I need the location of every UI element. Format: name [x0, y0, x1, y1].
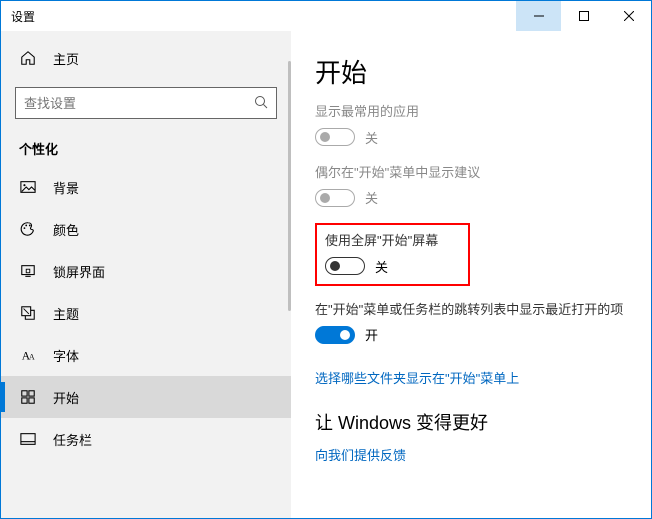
- home-icon: [19, 49, 37, 67]
- search-icon: [254, 95, 268, 112]
- toggle-state: 关: [375, 257, 388, 276]
- toggle-jumplist[interactable]: [315, 326, 355, 344]
- setting-label: 在"开始"菜单或任务栏的跳转列表中显示最近打开的项: [315, 300, 627, 320]
- sidebar-item-colors[interactable]: 颜色: [1, 208, 291, 250]
- palette-icon: [19, 220, 37, 238]
- annotation-highlight-box: 使用全屏"开始"屏幕 关: [315, 223, 470, 286]
- home-link[interactable]: 主页: [1, 39, 291, 77]
- toggle-suggestions[interactable]: [315, 189, 355, 207]
- toggle-most-used-apps[interactable]: [315, 128, 355, 146]
- toggle-state: 关: [365, 188, 378, 207]
- content-pane: 开始 显示最常用的应用 关 偶尔在"开始"菜单中显示建议 关 使用全屏"开始"屏…: [291, 31, 651, 518]
- sidebar-item-label: 开始: [53, 388, 79, 407]
- page-title: 开始: [315, 53, 627, 90]
- taskbar-icon: [19, 430, 37, 448]
- sidebar-item-background[interactable]: 背景: [1, 166, 291, 208]
- font-icon: AA: [19, 346, 37, 364]
- subheading-feedback: 让 Windows 变得更好: [315, 409, 627, 435]
- toggle-state: 开: [365, 325, 378, 344]
- svg-text:A: A: [29, 352, 35, 361]
- theme-icon: [19, 304, 37, 322]
- sidebar-item-label: 主题: [53, 304, 79, 323]
- maximize-button[interactable]: [561, 1, 606, 31]
- setting-jumplist: 在"开始"菜单或任务栏的跳转列表中显示最近打开的项 开: [315, 300, 627, 345]
- toggle-row: 关: [325, 257, 460, 276]
- sidebar-item-label: 背景: [53, 178, 79, 197]
- sidebar-item-themes[interactable]: 主题: [1, 292, 291, 334]
- sidebar-item-label: 颜色: [53, 220, 79, 239]
- sidebar-item-fonts[interactable]: AA 字体: [1, 334, 291, 376]
- toggle-row: 关: [315, 188, 627, 207]
- window-title: 设置: [1, 8, 516, 25]
- setting-suggestions: 偶尔在"开始"菜单中显示建议 关: [315, 163, 627, 208]
- search-wrap: [15, 87, 277, 119]
- sidebar-item-taskbar[interactable]: 任务栏: [1, 418, 291, 460]
- sidebar-item-start[interactable]: 开始: [1, 376, 291, 418]
- toggle-row: 关: [315, 128, 627, 147]
- toggle-state: 关: [365, 128, 378, 147]
- titlebar: 设置: [1, 1, 651, 31]
- search-box[interactable]: [15, 87, 277, 119]
- sidebar-item-label: 字体: [53, 346, 79, 365]
- minimize-button[interactable]: [516, 1, 561, 31]
- sidebar-item-lockscreen[interactable]: 锁屏界面: [1, 250, 291, 292]
- toggle-row: 开: [315, 325, 627, 344]
- setting-label: 显示最常用的应用: [315, 102, 627, 122]
- search-input[interactable]: [24, 96, 254, 111]
- home-label: 主页: [53, 49, 79, 68]
- setting-most-used-apps: 显示最常用的应用 关: [315, 102, 627, 147]
- settings-window: 设置 主页: [0, 0, 652, 519]
- sidebar: 主页 个性化 背景: [1, 31, 291, 518]
- link-feedback[interactable]: 向我们提供反馈: [315, 445, 406, 464]
- setting-label: 偶尔在"开始"菜单中显示建议: [315, 163, 627, 183]
- start-icon: [19, 388, 37, 406]
- section-header: 个性化: [1, 125, 291, 166]
- close-button[interactable]: [606, 1, 651, 31]
- lockscreen-icon: [19, 262, 37, 280]
- image-icon: [19, 178, 37, 196]
- toggle-fullscreen-start[interactable]: [325, 257, 365, 275]
- link-folders-on-start[interactable]: 选择哪些文件夹显示在"开始"菜单上: [315, 368, 519, 387]
- sidebar-item-label: 任务栏: [53, 430, 92, 449]
- window-body: 主页 个性化 背景: [1, 31, 651, 518]
- window-controls: [516, 1, 651, 31]
- setting-label: 使用全屏"开始"屏幕: [325, 231, 460, 251]
- sidebar-item-label: 锁屏界面: [53, 262, 105, 281]
